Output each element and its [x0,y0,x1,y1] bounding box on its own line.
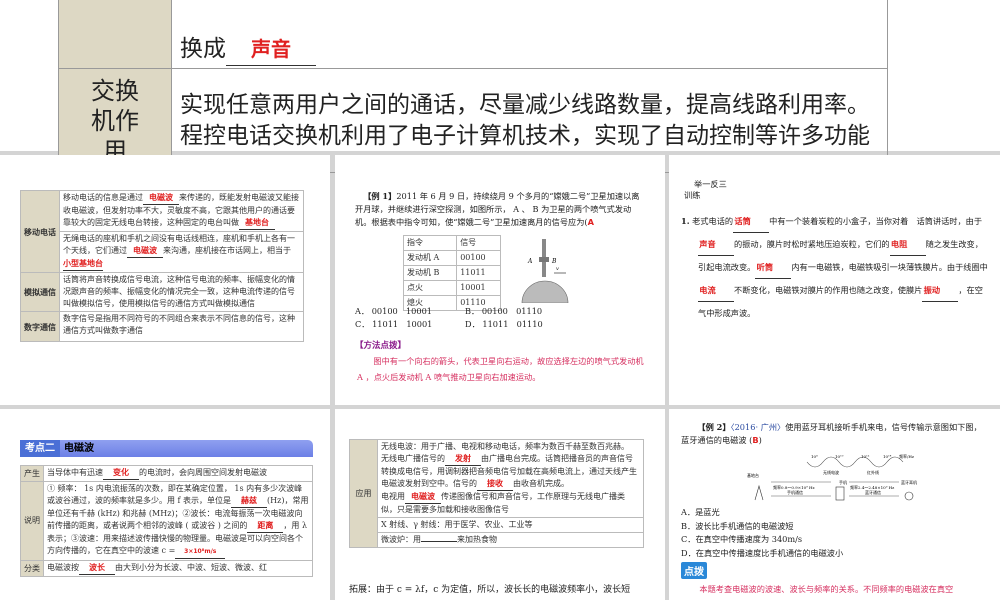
slide-applications: 应用 无线电波：用于广播、电视和移动电话，频率为数百千赫至数百兆赫。 无线电广播信… [335,409,665,600]
question-stem: 【例 2】〈2016· 广州〉使用蓝牙耳机接听手机来电，信号传输示意图如下图，蓝… [681,422,982,445]
switchboard-table: 换成 声音 交换机作用 实现任意两用户之间的通话，尽量减少线路数量，提高线路利用率。… [58,0,888,173]
top-slide: 换成 声音 交换机作用 实现任意两用户之间的通话，尽量减少线路数量，提高线路利用率。… [0,0,1000,173]
slide-practice: 举一反三 训练 1. 老式电话的话筒 中有一个装着炭粒的小盒子，当你对着 话筒讲话… [669,155,1000,405]
option-d[interactable]: D．在真空中传播速度比手机通信的电磁波小 [681,547,843,561]
row-header: 移动电话 [20,190,60,273]
row-text: 换成 [180,36,226,62]
slide-example-2: 【例 2】〈2016· 广州〉使用蓝牙耳机接听手机来电，信号传输示意图如下图，蓝… [669,409,1000,600]
option-b[interactable]: B．波长比手机通信的电磁波短 [681,520,843,534]
svg-text:10¹⁴: 10¹⁴ [883,454,892,459]
option-a[interactable]: A．是蓝光 [681,506,843,520]
method-text: 图中有一个向右的箭头，代表卫星向右运动，故应选择左边的喷气式发动机 A ，点火后… [357,356,644,382]
cell: 话筒将声音转换成信号电流，这种信号电流的频率、振幅变化的情况跟声音的频率、振幅变… [59,272,304,312]
tip-text: 本题考查电磁波的波速、波长与频率的关系。不同频率的电磁波在真空 [699,584,954,594]
row-header: 数字通信 [20,311,60,342]
svg-text:红外线: 红外线 [867,469,879,475]
svg-text:手机通信: 手机通信 [787,489,803,495]
satellite-figure: A B v [521,239,569,303]
slide-example-1: 【例 1】2011 年 6 月 9 日，持续绕月 9 个多月的“嫦娥二号”卫星加… [335,155,665,405]
svg-text:频率/Hz: 频率/Hz [899,453,914,459]
svg-text:10¹²: 10¹² [861,454,870,459]
svg-text:手机: 手机 [839,479,847,485]
row-header: 模拟通信 [20,272,60,312]
slide-mobile-phone: 移动电话 移动电话的信息是通过 电磁波 来传递的，既能发射电磁波又能接收电磁波，但发… [0,155,330,405]
extension-text: 拓展：由于 c = λf，c 为定值，所以，波长长的电磁波频率小，波长短 [347,584,659,597]
svg-text:A: A [527,258,533,265]
em-wave-table: 产生 当导体中有迅速 变化 的电流时，会向周围空间发射电磁波 说明 ① 频率： 1s 内… [20,465,313,577]
slide-em-wave: 考点二 电磁波 产生 当导体中有迅速 变化 的电流时，会向周围空间发射电磁波 说明 ① … [0,409,330,600]
method-title: 【方法点拨】 [355,341,407,351]
cell: 移动电话的信息是通过 电磁波 来传递的，既能发射电磁波又能接收电磁波，但发射功率不大… [59,190,304,232]
svg-text:基地台: 基地台 [747,472,759,478]
comm-table: 移动电话 移动电话的信息是通过 电磁波 来传递的，既能发射电磁波又能接收电磁波，但发… [20,190,304,342]
option-c[interactable]: C．在真空中传播速度为 340m/s [681,533,843,547]
section-bar: 考点二 电磁波 [20,440,313,457]
bluetooth-figure: 10⁸ 10¹⁰ 10¹² 10¹⁴ 频率/Hz 无线电波 红外线 基地台手机 蓝牙耳机 频… [747,453,917,501]
question-stem: 【例 1】2011 年 6 月 9 日，持续绕月 9 个多月的“嫦娥二号”卫星加… [355,191,640,227]
svg-text:v: v [556,266,559,272]
section-tag: 考点二 [20,440,60,457]
options: A．是蓝光 B．波长比手机通信的电磁波短 C．在真空中传播速度为 340m/s … [681,506,843,560]
cell: 无绳电话的座机和手机之间没有电话线相连，座机和手机上各有一个天线，它们通过 电磁波… [59,231,304,273]
practice-question: 1. 老式电话的话筒 中有一个装着炭粒的小盒子，当你对着 话筒讲话时，由于声音 的振… [681,210,989,324]
svg-text:B: B [551,258,557,265]
option-a[interactable]: A． 00100 10001 [355,305,465,318]
section-title: 电磁波 [64,443,94,454]
svg-text:无线电波: 无线电波 [823,469,839,475]
options: A． 00100 10001 B． 00100 01110 C． 11011 10… [355,305,575,331]
option-c[interactable]: C． 11011 10001 [355,318,465,331]
signal-table: 指令 信号 发动机 A 00100 发动机 B 11011 点火 10001 熄火 011… [402,235,501,311]
svg-text:10¹⁰: 10¹⁰ [835,454,844,459]
tip-label: 点拨 [681,562,707,579]
practice-subheading: 训练 [684,190,701,200]
answer-text: 声音 [226,34,316,66]
svg-text:蓝牙通信: 蓝牙通信 [865,489,881,495]
svg-text:10⁸: 10⁸ [811,454,818,459]
svg-text:蓝牙耳机: 蓝牙耳机 [901,479,917,485]
applications-table: 应用 无线电波：用于广播、电视和移动电话，频率为数百千赫至数百兆赫。 无线电广播信… [349,439,644,548]
option-d[interactable]: D． 11011 01110 [465,319,543,329]
cell: 数字信号是指用不同符号的不同组合来表示不同信息的信号，这种通信方式叫做数字通信 [59,311,304,342]
option-b[interactable]: B． 00100 01110 [465,306,542,316]
